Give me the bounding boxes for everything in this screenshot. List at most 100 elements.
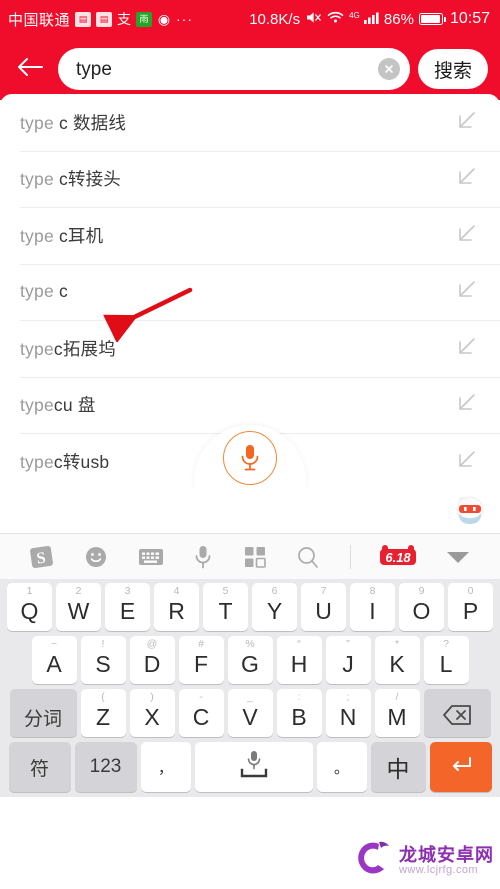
suggestion-item-1[interactable]: type c转接头 <box>0 150 500 208</box>
key-H[interactable]: “H <box>276 636 322 684</box>
key-backspace[interactable] <box>423 689 491 737</box>
suggestion-item-2[interactable]: type c耳机 <box>0 207 500 264</box>
key-sup: ; <box>346 691 350 703</box>
key-T[interactable]: 5T <box>203 583 248 631</box>
status-bar-right: 10.8K/s 4G 86% 10:57 <box>249 10 490 29</box>
suggestion-label: type c 数据线 <box>20 112 127 133</box>
key-label: 符 <box>29 758 49 780</box>
key-space[interactable] <box>194 742 313 792</box>
suggestion-panel: type c 数据线 type c转接头 type c耳机 type c typ… <box>0 94 500 489</box>
status-bar-left: 中国联通 ▤ ▤ 支 雨 ◉ ··· <box>8 9 193 30</box>
key-sup: 5 <box>222 585 229 597</box>
insert-arrow-up-left-icon[interactable] <box>456 335 478 362</box>
insert-arrow-up-left-icon[interactable] <box>456 278 478 305</box>
key-fenci[interactable]: 分词 <box>9 689 77 737</box>
search-icon[interactable] <box>296 545 320 569</box>
key-V[interactable]: _ V <box>227 689 273 737</box>
key-label: 123 <box>89 756 122 777</box>
key-sup: * <box>394 638 400 650</box>
key-Z[interactable]: (Z <box>80 689 126 737</box>
key-label: A <box>46 650 62 677</box>
back-arrow-icon <box>16 56 44 83</box>
key-label: ， <box>157 759 173 777</box>
back-button[interactable] <box>10 49 50 89</box>
key-language-toggle[interactable]: 中 <box>370 742 426 792</box>
key-I[interactable]: 8I <box>350 583 395 631</box>
key-Q[interactable]: 1Q <box>7 583 52 631</box>
emoji-face-icon[interactable] <box>84 545 108 569</box>
key-sup: 8 <box>369 585 376 597</box>
key-J[interactable]: ” J <box>325 636 371 684</box>
search-input[interactable]: type <box>76 60 378 79</box>
key-E[interactable]: 3E <box>105 583 150 631</box>
clear-search-button[interactable] <box>377 58 400 80</box>
key-K[interactable]: * K <box>374 636 420 684</box>
key-sup: / <box>395 691 399 703</box>
key-N[interactable]: ; N <box>325 689 371 737</box>
keyboard-row-3: 分词 (Z ) X -C _ V :B ; N / M <box>3 689 497 737</box>
key-R[interactable]: 4R <box>154 583 199 631</box>
more-dots-icon: ··· <box>176 11 194 27</box>
microphone-icon[interactable] <box>193 544 213 570</box>
suggestion-label: type c耳机 <box>20 225 104 246</box>
key-O[interactable]: 9O <box>399 583 444 631</box>
key-B[interactable]: :B <box>276 689 322 737</box>
watermark-logo-icon <box>349 838 393 885</box>
key-W[interactable]: 2W <box>56 583 101 631</box>
key-enter[interactable] <box>429 742 492 792</box>
key-period[interactable]: 。 <box>316 742 367 792</box>
key-A[interactable]: ~ A <box>31 636 77 684</box>
masked-mascot-icon[interactable] <box>454 496 486 526</box>
key-label: 中 <box>386 756 410 782</box>
key-sup: ) <box>150 691 154 703</box>
key-S[interactable]: ! S <box>80 636 126 684</box>
app-green-icon: 雨 <box>136 11 153 27</box>
key-U[interactable]: 7U <box>301 583 346 631</box>
insert-arrow-up-left-icon[interactable] <box>456 109 478 136</box>
promo-618-badge[interactable]: 6.18 <box>380 544 416 565</box>
suggestion-item-0[interactable]: type c 数据线 <box>0 94 500 151</box>
key-C[interactable]: -C <box>178 689 224 737</box>
keyboard-row-2: ~ A ! S @ D # F % G “H ” J * K ? L <box>3 636 497 684</box>
keyboard-layout-icon[interactable] <box>138 547 164 567</box>
key-sup: % <box>245 638 255 650</box>
net-speed-label: 10.8K/s <box>249 10 301 28</box>
insert-arrow-up-left-icon[interactable] <box>456 222 478 249</box>
key-L[interactable]: ? L <box>423 636 469 684</box>
alipay-icon: 支 <box>117 11 132 27</box>
insert-arrow-up-left-icon[interactable] <box>456 448 478 475</box>
key-label: F <box>193 650 209 677</box>
key-label: P <box>462 597 479 624</box>
grid-apps-icon[interactable] <box>243 545 267 569</box>
clock-label: 10:57 <box>449 10 490 27</box>
key-label: 分词 <box>23 708 62 730</box>
key-numbers[interactable]: 123 <box>74 742 137 792</box>
sogou-logo-icon[interactable]: S <box>29 544 55 570</box>
key-label: W <box>67 597 90 624</box>
key-D[interactable]: @ D <box>129 636 175 684</box>
key-X[interactable]: ) X <box>129 689 175 737</box>
insert-arrow-up-left-icon[interactable] <box>456 165 478 192</box>
carrier-label: 中国联通 <box>8 11 71 29</box>
voice-search-button[interactable] <box>223 431 277 485</box>
key-label: E <box>119 597 136 624</box>
key-F[interactable]: # F <box>178 636 224 684</box>
key-label: S <box>95 650 111 677</box>
key-Y[interactable]: 6Y <box>252 583 297 631</box>
key-G[interactable]: % G <box>227 636 273 684</box>
collapse-keyboard-icon[interactable] <box>445 549 471 565</box>
key-P[interactable]: 0P <box>448 583 493 631</box>
key-label: Q <box>20 597 39 624</box>
signal-bars-icon <box>363 12 379 24</box>
suggestion-item-3[interactable]: type c <box>0 263 500 321</box>
suggestion-item-4[interactable]: typec拓展坞 <box>0 320 500 377</box>
suggestion-label: type c <box>20 281 68 302</box>
key-sup: # <box>198 638 204 650</box>
app-root: 中国联通 ▤ ▤ 支 雨 ◉ ··· 10.8K/s 4G 86% 10:57 <box>0 0 500 889</box>
key-M[interactable]: / M <box>374 689 420 737</box>
key-symbols[interactable]: 符 <box>8 742 71 792</box>
insert-arrow-up-left-icon[interactable] <box>456 391 478 418</box>
search-input-wrapper[interactable]: type <box>58 48 410 90</box>
key-comma[interactable]: ， <box>140 742 191 792</box>
search-submit-button[interactable]: 搜索 <box>417 49 488 89</box>
